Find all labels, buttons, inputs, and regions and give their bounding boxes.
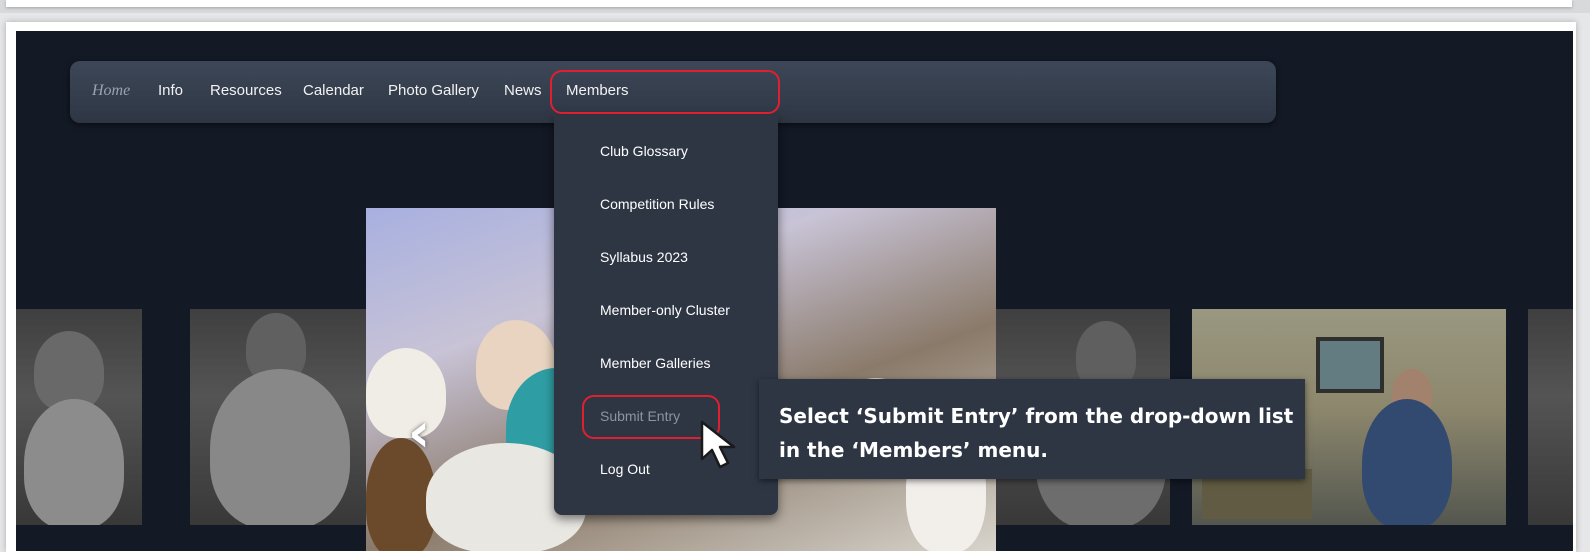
members-highlight-outline [550,70,780,114]
menu-item-log-out[interactable]: Log Out [600,461,650,477]
menu-item-competition-rules[interactable]: Competition Rules [600,196,714,212]
previous-frame-edge [0,0,1590,13]
slide-thumbnail[interactable] [190,309,366,525]
instruction-callout: Select ‘Submit Entry’ from the drop-down… [759,379,1305,479]
nav-info[interactable]: Info [158,82,183,99]
instruction-text: Select ‘Submit Entry’ from the drop-down… [779,404,1294,462]
menu-item-club-glossary[interactable]: Club Glossary [600,143,688,159]
mouse-pointer-icon [700,420,736,469]
slide-thumbnail[interactable] [1528,309,1573,525]
slide-thumbnail[interactable] [16,309,142,525]
website-screenshot: ‹ Home Info Resources Calendar Photo Gal… [16,31,1573,551]
nav-home[interactable]: Home [92,82,130,100]
menu-item-syllabus-2023[interactable]: Syllabus 2023 [600,249,688,265]
nav-resources[interactable]: Resources [210,82,282,99]
nav-calendar[interactable]: Calendar [303,82,364,99]
previous-frame-border [6,0,1572,7]
menu-item-member-galleries[interactable]: Member Galleries [600,355,710,371]
nav-photo-gallery[interactable]: Photo Gallery [388,82,479,99]
menu-item-member-only-cluster[interactable]: Member-only Cluster [600,302,730,318]
nav-news[interactable]: News [504,82,542,99]
chevron-left-icon[interactable]: ‹ [408,406,430,460]
